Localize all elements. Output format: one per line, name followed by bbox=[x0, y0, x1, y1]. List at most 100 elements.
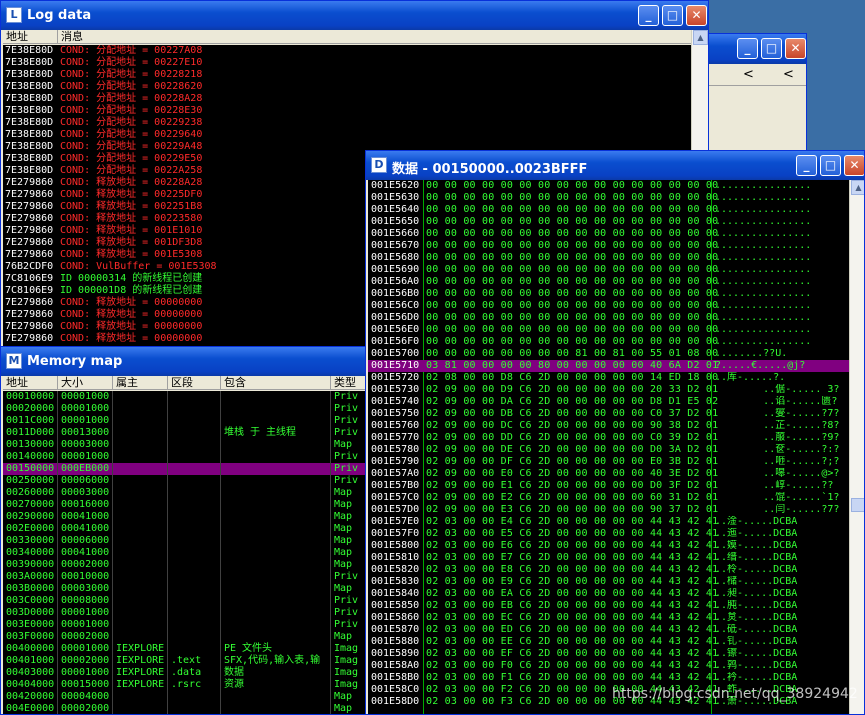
dump-row[interactable]: 001E5720 02 08 00 00 D8 C6 2D 00 00 00 00… bbox=[368, 372, 849, 384]
memmap-row[interactable]: 00270000 00016000 Map bbox=[3, 499, 380, 511]
close-button[interactable]: ✕ bbox=[844, 155, 865, 176]
dump-row[interactable]: 001E5730 02 09 00 00 D9 C6 2D 00 00 00 00… bbox=[368, 384, 849, 396]
dump-row[interactable]: 001E5670 00 00 00 00 00 00 00 00 00 00 00… bbox=[368, 240, 849, 252]
header-address[interactable]: 地址 bbox=[3, 30, 58, 44]
log-row[interactable]: 7E38E80D COND: 分配地址 = 00228A28 bbox=[3, 93, 691, 105]
dump-row[interactable]: 001E5860 02 03 00 00 EC C6 2D 00 00 00 00… bbox=[368, 612, 849, 624]
dump-row[interactable]: 001E56D0 00 00 00 00 00 00 00 00 00 00 00… bbox=[368, 312, 849, 324]
header-column[interactable]: 大小 bbox=[58, 376, 113, 390]
dump-row[interactable]: 001E5700 00 00 00 00 00 00 00 00 81 00 81… bbox=[368, 348, 849, 360]
log-row[interactable]: 7E38E80D COND: 分配地址 = 00228218 bbox=[3, 69, 691, 81]
memmap-row[interactable]: 003A0000 00010000 Priv bbox=[3, 571, 380, 583]
dump-row[interactable]: 001E5650 00 00 00 00 00 00 00 00 00 00 00… bbox=[368, 216, 849, 228]
dump-row[interactable]: 001E56B0 00 00 00 00 00 00 00 00 00 00 00… bbox=[368, 288, 849, 300]
maximize-button[interactable]: □ bbox=[761, 38, 782, 59]
dump-row[interactable]: 001E57F0 02 03 00 00 E5 C6 2D 00 00 00 00… bbox=[368, 528, 849, 540]
dump-row[interactable]: 001E5790 02 09 00 00 DF C6 2D 00 00 00 00… bbox=[368, 456, 849, 468]
header-column[interactable]: 地址 bbox=[3, 376, 58, 390]
memmap-row[interactable]: 00330000 00006000 Map bbox=[3, 535, 380, 547]
memmap-row[interactable]: 003E0000 00001000 Priv bbox=[3, 619, 380, 631]
dump-row[interactable]: 001E5640 00 00 00 00 00 00 00 00 00 00 00… bbox=[368, 204, 849, 216]
memmap-row[interactable]: 003C0000 00008000 Priv bbox=[3, 595, 380, 607]
memmap-row[interactable]: 00260000 00003000 Map bbox=[3, 487, 380, 499]
log-row[interactable]: 7E38E80D COND: 分配地址 = 00227A08 bbox=[3, 45, 691, 57]
log-row[interactable]: 7E38E80D COND: 分配地址 = 00229238 bbox=[3, 117, 691, 129]
maximize-button[interactable]: □ bbox=[820, 155, 841, 176]
dump-row[interactable]: 001E57C0 02 09 00 00 E2 C6 2D 00 00 00 00… bbox=[368, 492, 849, 504]
memmap-row[interactable]: 0011D000 00013000 堆栈 于 主线程 Priv bbox=[3, 427, 380, 439]
dump-row[interactable]: 001E5820 02 03 00 00 E8 C6 2D 00 00 00 00… bbox=[368, 564, 849, 576]
dump-row[interactable]: 001E5880 02 03 00 00 EE C6 2D 00 00 00 00… bbox=[368, 636, 849, 648]
dump-scrollbar[interactable]: ▲ bbox=[849, 180, 865, 715]
memmap-row[interactable]: 00150000 000EB000 Priv bbox=[3, 463, 380, 475]
memmap-row[interactable]: 00140000 00001000 Priv bbox=[3, 451, 380, 463]
dump-row[interactable]: 001E56A0 00 00 00 00 00 00 00 00 00 00 00… bbox=[368, 276, 849, 288]
dump-row[interactable]: 001E57D0 02 09 00 00 E3 C6 2D 00 00 00 00… bbox=[368, 504, 849, 516]
dump-row[interactable]: 001E57A0 02 09 00 00 E0 C6 2D 00 00 00 00… bbox=[368, 468, 849, 480]
memmap-row[interactable]: 00401000 00002000 IEXPLORE .text SFX,代码,输入表,… bbox=[3, 655, 380, 667]
dump-row[interactable]: 001E5840 02 03 00 00 EA C6 2D 00 00 00 00… bbox=[368, 588, 849, 600]
dump-row[interactable]: 001E5810 02 03 00 00 E7 C6 2D 00 00 00 00… bbox=[368, 552, 849, 564]
log-row[interactable]: 7E38E80D COND: 分配地址 = 00229640 bbox=[3, 129, 691, 141]
background-window-titlebar[interactable]: _ □ ✕ bbox=[707, 34, 806, 64]
hex-dump[interactable]: 001E5620 00 00 00 00 00 00 00 00 00 00 00… bbox=[368, 180, 849, 715]
dump-row[interactable]: 001E56F0 00 00 00 00 00 00 00 00 00 00 00… bbox=[368, 336, 849, 348]
header-column[interactable]: 包含 bbox=[221, 376, 331, 390]
log-row[interactable]: 7E38E80D COND: 分配地址 = 00228620 bbox=[3, 81, 691, 93]
dump-row[interactable]: 001E5850 02 03 00 00 EB C6 2D 00 00 00 00… bbox=[368, 600, 849, 612]
scroll-up-button[interactable]: ▲ bbox=[851, 180, 865, 195]
header-message[interactable]: 消息 bbox=[58, 30, 691, 44]
memmap-row[interactable]: 00010000 00001000 Priv bbox=[3, 391, 380, 403]
dump-row[interactable]: 001E5830 02 03 00 00 E9 C6 2D 00 00 00 00… bbox=[368, 576, 849, 588]
scroll-up-button[interactable]: ▲ bbox=[693, 30, 708, 45]
dump-row[interactable]: 001E58B0 02 03 00 00 F1 C6 2D 00 00 00 00… bbox=[368, 672, 849, 684]
memmap-row[interactable]: 00130000 00003000 Map bbox=[3, 439, 380, 451]
dump-row[interactable]: 001E5680 00 00 00 00 00 00 00 00 00 00 00… bbox=[368, 252, 849, 264]
header-column[interactable]: 区段 bbox=[168, 376, 221, 390]
memmap-row[interactable]: 00400000 00001000 IEXPLORE PE 文件头 Imag bbox=[3, 643, 380, 655]
dump-row[interactable]: 001E5660 00 00 00 00 00 00 00 00 00 00 00… bbox=[368, 228, 849, 240]
memmap-list[interactable]: 00010000 00001000 Priv 00020000 00001000 Priv… bbox=[3, 391, 380, 715]
memmap-row[interactable]: 00290000 00041000 Map bbox=[3, 511, 380, 523]
log-row[interactable]: 7E38E80D COND: 分配地址 = 00228E30 bbox=[3, 105, 691, 117]
dump-row[interactable]: 001E5630 00 00 00 00 00 00 00 00 00 00 00… bbox=[368, 192, 849, 204]
memmap-row[interactable]: 0011C000 00001000 Priv bbox=[3, 415, 380, 427]
dump-row[interactable]: 001E5690 00 00 00 00 00 00 00 00 00 00 00… bbox=[368, 264, 849, 276]
dump-row[interactable]: 001E5800 02 03 00 00 E6 C6 2D 00 00 00 00… bbox=[368, 540, 849, 552]
dump-row[interactable]: 001E58A0 02 03 00 00 F0 C6 2D 00 00 00 00… bbox=[368, 660, 849, 672]
minimize-button[interactable]: _ bbox=[796, 155, 817, 176]
memmap-row[interactable]: 00404000 00015000 IEXPLORE .rsrc 资源 Imag bbox=[3, 679, 380, 691]
dump-row[interactable]: 001E5770 02 09 00 00 DD C6 2D 00 00 00 00… bbox=[368, 432, 849, 444]
memmap-row[interactable]: 00420000 00004000 Map bbox=[3, 691, 380, 703]
dump-row[interactable]: 001E5760 02 09 00 00 DC C6 2D 00 00 00 00… bbox=[368, 420, 849, 432]
memmap-row[interactable]: 003F0000 00002000 Map bbox=[3, 631, 380, 643]
memmap-row[interactable]: 00403000 00001000 IEXPLORE .data 数据 Imag bbox=[3, 667, 380, 679]
minimize-button[interactable]: _ bbox=[737, 38, 758, 59]
dump-row[interactable]: 001E5780 02 09 00 00 DE C6 2D 00 00 00 00… bbox=[368, 444, 849, 456]
dump-row[interactable]: 001E57B0 02 09 00 00 E1 C6 2D 00 00 00 00… bbox=[368, 480, 849, 492]
memmap-row[interactable]: 004E0000 00002000 Map bbox=[3, 703, 380, 715]
dump-row[interactable]: 001E57E0 02 03 00 00 E4 C6 2D 00 00 00 00… bbox=[368, 516, 849, 528]
log-row[interactable]: 7E38E80D COND: 分配地址 = 00227E10 bbox=[3, 57, 691, 69]
dump-row[interactable]: 001E5710 03 81 00 00 00 00 80 00 00 00 00… bbox=[368, 360, 849, 372]
memmap-row[interactable]: 002E0000 00041000 Map bbox=[3, 523, 380, 535]
left-arrow-icon[interactable]: < bbox=[743, 67, 754, 82]
dump-row[interactable]: 001E5870 02 03 00 00 ED C6 2D 00 00 00 00… bbox=[368, 624, 849, 636]
dump-row[interactable]: 001E5750 02 09 00 00 DB C6 2D 00 00 00 00… bbox=[368, 408, 849, 420]
memmap-window-titlebar[interactable]: M Memory map bbox=[1, 347, 379, 376]
memmap-row[interactable]: 00340000 00041000 Map bbox=[3, 547, 380, 559]
maximize-button[interactable]: □ bbox=[662, 5, 683, 26]
memmap-row[interactable]: 00020000 00001000 Priv bbox=[3, 403, 380, 415]
dump-row[interactable]: 001E56E0 00 00 00 00 00 00 00 00 00 00 00… bbox=[368, 324, 849, 336]
close-button[interactable]: ✕ bbox=[785, 38, 806, 59]
dump-row[interactable]: 001E5620 00 00 00 00 00 00 00 00 00 00 00… bbox=[368, 180, 849, 192]
memmap-row[interactable]: 003B0000 00003000 Map bbox=[3, 583, 380, 595]
memmap-row[interactable]: 00390000 00002000 Map bbox=[3, 559, 380, 571]
left-arrow-icon[interactable]: < bbox=[783, 67, 794, 82]
log-window-titlebar[interactable]: L Log data _ □ ✕ bbox=[1, 1, 708, 30]
dump-window-titlebar[interactable]: D 数据 - 00150000..0023BFFF _ □ ✕ bbox=[366, 151, 864, 180]
close-button[interactable]: ✕ bbox=[686, 5, 707, 26]
dump-row[interactable]: 001E5890 02 03 00 00 EF C6 2D 00 00 00 00… bbox=[368, 648, 849, 660]
scroll-thumb[interactable] bbox=[851, 498, 865, 512]
memmap-row[interactable]: 00250000 00006000 Priv bbox=[3, 475, 380, 487]
